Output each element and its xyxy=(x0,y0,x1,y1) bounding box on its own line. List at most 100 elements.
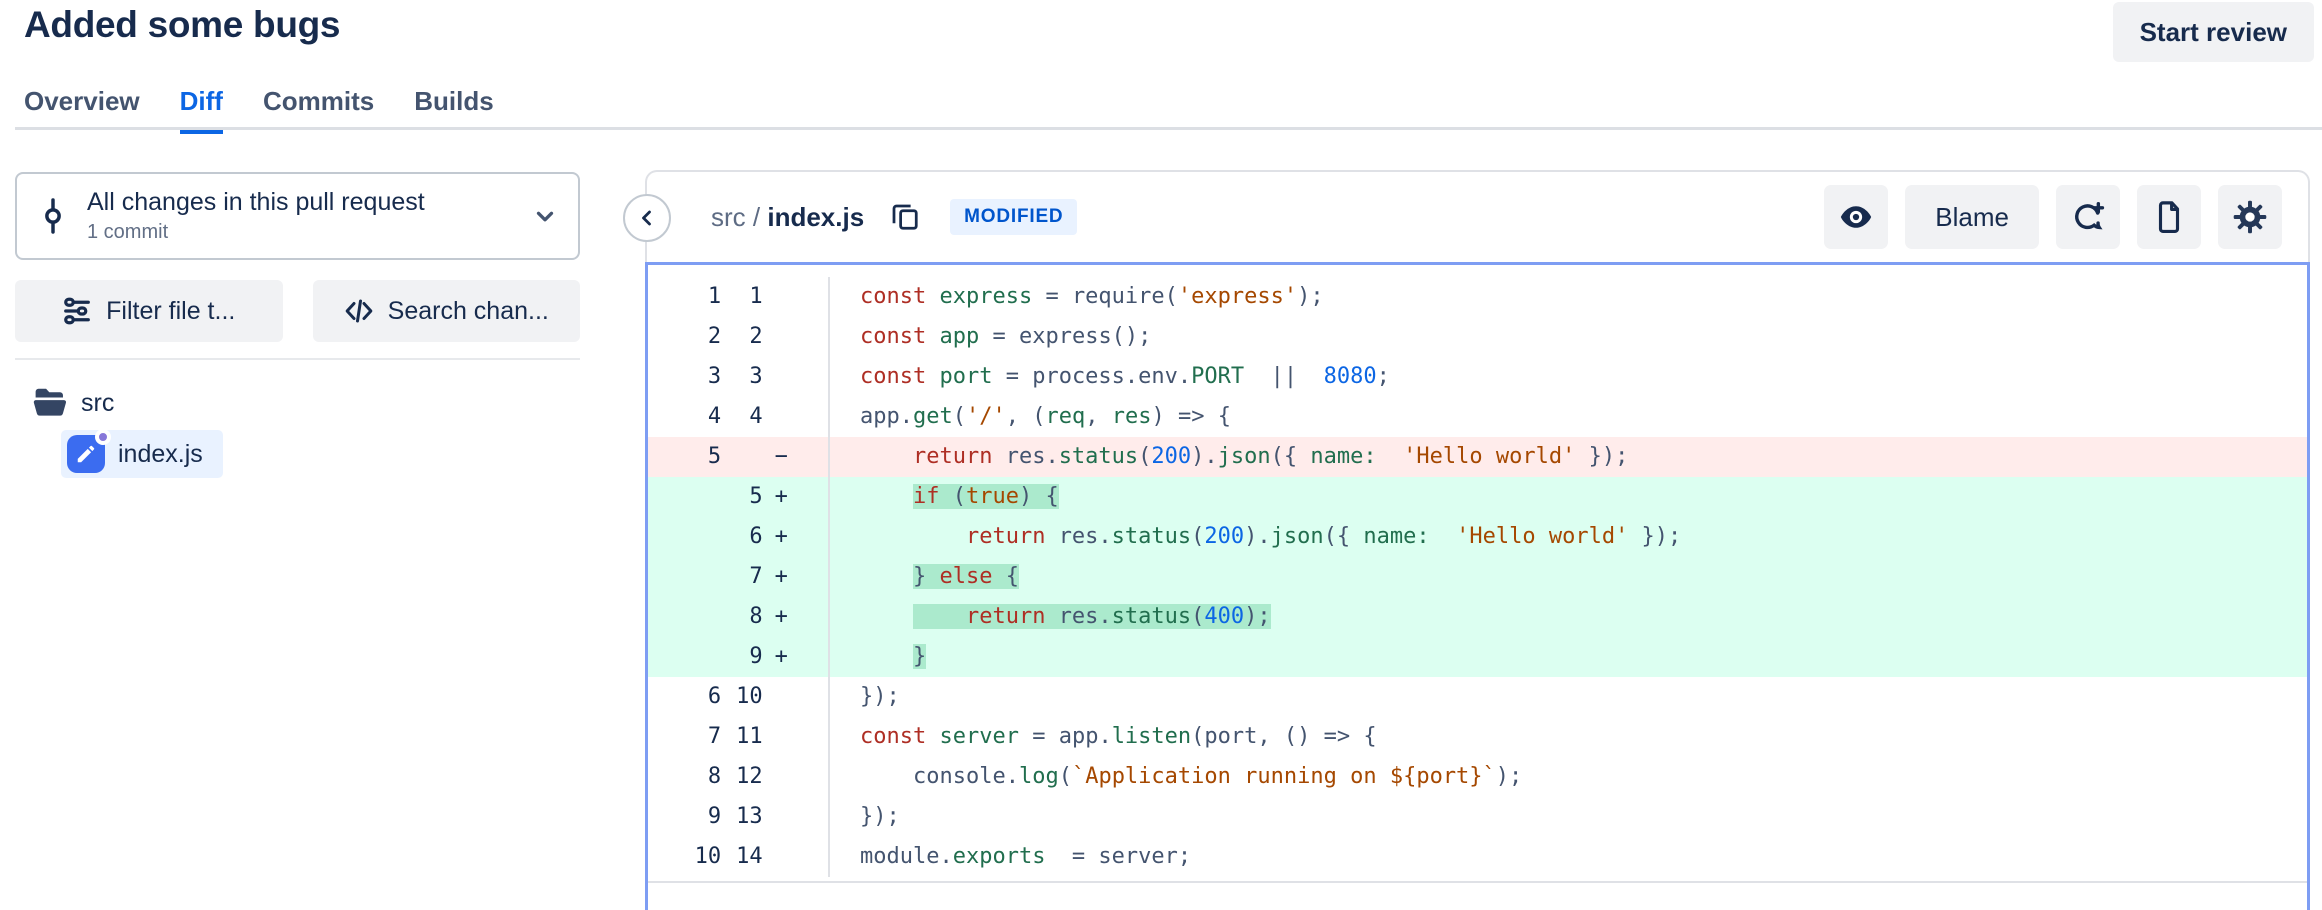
scope-subtitle: 1 commit xyxy=(87,221,425,244)
diff-line[interactable]: 9+ } xyxy=(648,637,2307,677)
changes-scope-selector[interactable]: All changes in this pull request 1 commi… xyxy=(15,172,580,260)
g-mark xyxy=(763,397,828,437)
toggle-comments-button[interactable] xyxy=(2056,185,2120,249)
start-review-button[interactable]: Start review xyxy=(2113,2,2314,62)
diff-line[interactable]: 610}); xyxy=(648,677,2307,717)
line-code: if (true) { xyxy=(830,477,2307,517)
g-mark xyxy=(763,757,828,797)
g-old: 10 xyxy=(648,837,721,877)
g-new: 5 xyxy=(721,477,763,517)
folder-open-icon xyxy=(31,387,67,419)
g-new: 3 xyxy=(721,357,763,397)
diff-line[interactable]: 1014module.exports = server; xyxy=(648,837,2307,877)
collapse-sidebar-button[interactable] xyxy=(623,194,671,242)
line-gutter[interactable]: 812 xyxy=(648,757,830,797)
diff-line[interactable]: 8+ return res.status(400); xyxy=(648,597,2307,637)
view-source-button[interactable] xyxy=(2137,185,2201,249)
gear-icon xyxy=(2233,200,2267,234)
line-gutter[interactable]: 5+ xyxy=(648,477,830,517)
diff-line[interactable]: 711const server = app.listen(port, () =>… xyxy=(648,717,2307,757)
line-gutter[interactable]: 6+ xyxy=(648,517,830,557)
chevron-left-icon xyxy=(635,206,659,230)
g-mark: + xyxy=(763,597,828,637)
tab-divider xyxy=(15,127,2322,130)
g-mark xyxy=(763,837,828,877)
diff-line[interactable]: 11const express = require('express'); xyxy=(648,277,2307,317)
sidebar-divider xyxy=(15,358,580,360)
file-tree: src index.js xyxy=(15,382,580,478)
diff-line[interactable]: 44app.get('/', (req, res) => { xyxy=(648,397,2307,437)
g-old: 3 xyxy=(648,357,721,397)
g-mark: + xyxy=(763,637,828,677)
status-badge: MODIFIED xyxy=(950,199,1077,235)
viewed-toggle-button[interactable] xyxy=(1824,185,1888,249)
line-code: }); xyxy=(830,677,2307,717)
g-mark xyxy=(763,277,828,317)
line-code: return res.status(200).json({ name: 'Hel… xyxy=(830,437,2307,477)
g-old xyxy=(648,637,721,677)
line-gutter[interactable]: 711 xyxy=(648,717,830,757)
g-old: 4 xyxy=(648,397,721,437)
g-old: 9 xyxy=(648,797,721,837)
line-gutter[interactable]: 44 xyxy=(648,397,830,437)
g-mark xyxy=(763,717,828,757)
line-code: }); xyxy=(830,797,2307,837)
diff-line[interactable]: 913}); xyxy=(648,797,2307,837)
tree-file-indexjs[interactable]: index.js xyxy=(61,430,223,478)
file-icon xyxy=(2153,200,2185,234)
comment-add-icon xyxy=(2071,200,2105,234)
diff-settings-button[interactable] xyxy=(2218,185,2282,249)
g-new: 14 xyxy=(721,837,763,877)
diff-line[interactable]: 7+ } else { xyxy=(648,557,2307,597)
line-code: const app = express(); xyxy=(830,317,2307,357)
line-code: } else { xyxy=(830,557,2307,597)
g-old xyxy=(648,597,721,637)
commit-icon xyxy=(37,197,69,235)
g-new: 1 xyxy=(721,277,763,317)
diff-line[interactable]: 33const port = process.env.PORT || 8080; xyxy=(648,357,2307,397)
g-mark: + xyxy=(763,557,828,597)
line-gutter[interactable]: 913 xyxy=(648,797,830,837)
tree-folder-src[interactable]: src xyxy=(15,382,580,424)
line-gutter[interactable]: 1014 xyxy=(648,837,830,877)
copy-path-button[interactable] xyxy=(890,202,920,232)
g-old: 5 xyxy=(648,437,721,477)
line-code: const express = require('express'); xyxy=(830,277,2307,317)
search-changes-label: Search chan... xyxy=(388,297,549,326)
line-gutter[interactable]: 610 xyxy=(648,677,830,717)
diff-line[interactable]: 812 console.log(`Application running on … xyxy=(648,757,2307,797)
diff-line[interactable]: 6+ return res.status(200).json({ name: '… xyxy=(648,517,2307,557)
line-gutter[interactable]: 33 xyxy=(648,357,830,397)
g-mark xyxy=(763,797,828,837)
line-code: module.exports = server; xyxy=(830,837,2307,877)
line-gutter[interactable]: 8+ xyxy=(648,597,830,637)
line-gutter[interactable]: 11 xyxy=(648,277,830,317)
line-code: return res.status(400); xyxy=(830,597,2307,637)
g-new: 8 xyxy=(721,597,763,637)
g-old xyxy=(648,477,721,517)
line-gutter[interactable]: 7+ xyxy=(648,557,830,597)
diff-line[interactable]: 22const app = express(); xyxy=(648,317,2307,357)
line-code: const port = process.env.PORT || 8080; xyxy=(830,357,2307,397)
page-title: Added some bugs xyxy=(24,4,340,46)
g-mark: − xyxy=(763,437,828,477)
filter-file-tree-label: Filter file t... xyxy=(106,297,235,326)
tree-file-label: index.js xyxy=(118,440,203,469)
g-old: 6 xyxy=(648,677,721,717)
diff-line[interactable]: 5− return res.status(200).json({ name: '… xyxy=(648,437,2307,477)
g-mark xyxy=(763,677,828,717)
code-icon xyxy=(344,296,374,326)
line-gutter[interactable]: 22 xyxy=(648,317,830,357)
breadcrumb: src / index.js xyxy=(711,202,864,233)
breadcrumb-separator: / xyxy=(746,202,768,232)
chevron-down-icon xyxy=(532,203,558,229)
filter-file-tree-button[interactable]: Filter file t... xyxy=(15,280,283,342)
g-mark: + xyxy=(763,477,828,517)
blame-button[interactable]: Blame xyxy=(1905,185,2039,249)
line-gutter[interactable]: 9+ xyxy=(648,637,830,677)
line-gutter[interactable]: 5− xyxy=(648,437,830,477)
g-new: 9 xyxy=(721,637,763,677)
g-new: 11 xyxy=(721,717,763,757)
search-changes-button[interactable]: Search chan... xyxy=(313,280,581,342)
diff-line[interactable]: 5+ if (true) { xyxy=(648,477,2307,517)
